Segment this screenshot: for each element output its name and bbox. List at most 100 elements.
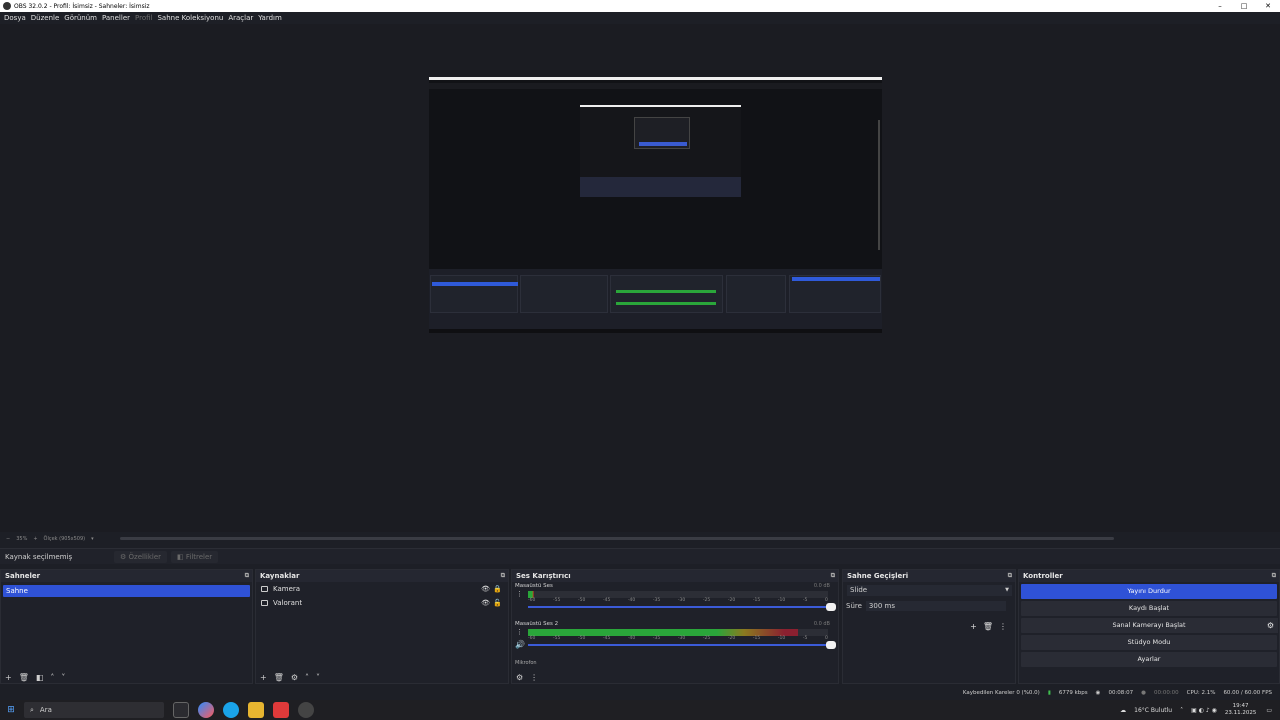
eye-icon[interactable]: 👁	[481, 585, 490, 593]
volume-slider[interactable]	[528, 603, 836, 611]
stop-stream-button[interactable]: Yayını Durdur	[1021, 584, 1277, 599]
popout-icon[interactable]: ⧉	[245, 572, 249, 580]
remove-source-icon[interactable]: 🗑	[274, 673, 284, 682]
scene-filter-icon[interactable]: ◧	[36, 673, 44, 682]
volume-knob[interactable]	[826, 603, 836, 611]
scene-item[interactable]: Sahne	[3, 585, 250, 597]
channel-db: 0.0 dB	[813, 583, 830, 589]
menu-dosya[interactable]: Dosya	[4, 14, 26, 22]
obs-taskbar-icon[interactable]	[298, 702, 314, 718]
move-down-icon[interactable]: ˅	[316, 673, 320, 682]
clock[interactable]: 19:47 23.11.2025	[1225, 703, 1257, 717]
menu-araclar[interactable]: Araçlar	[228, 14, 253, 22]
transition-select[interactable]: Slide ▼	[847, 584, 1012, 596]
tray-icons[interactable]: ▣ ◐ ♪ ◉	[1191, 707, 1217, 714]
source-settings-icon[interactable]: ⚙	[291, 673, 298, 682]
audio-mixer-dock: Ses Karıştırıcı ⧉ Masaüstü Ses 0.0 dB ⋮ -…	[511, 569, 839, 684]
settings-button[interactable]: Ayarlar	[1021, 652, 1277, 667]
menu-sahne-koleksiyonu[interactable]: Sahne Koleksiyonu	[157, 14, 223, 22]
tick: -45	[602, 598, 611, 603]
move-down-icon[interactable]: ˅	[61, 673, 65, 682]
studio-mode-button[interactable]: Stüdyo Modu	[1021, 635, 1277, 650]
add-transition-icon[interactable]: +	[970, 622, 977, 631]
move-up-icon[interactable]: ˄	[305, 673, 309, 682]
no-source-label: Kaynak seçilmemiş	[5, 552, 73, 561]
volume-meter	[528, 591, 828, 598]
system-tray: ☁ 16°C Bulutlu ˄ ▣ ◐ ♪ ◉ 19:47 23.11.202…	[1120, 700, 1280, 720]
properties-button[interactable]: ⚙ Özellikler	[114, 550, 168, 563]
eye-icon[interactable]: 👁	[481, 599, 490, 607]
channel-menu-icon[interactable]: ⋮	[516, 591, 523, 598]
virtual-camera-button[interactable]: Sanal Kamerayı Başlat ⚙	[1021, 618, 1278, 633]
close-button[interactable]: ✕	[1256, 0, 1280, 12]
speaker-icon[interactable]: 🔊	[515, 640, 525, 649]
volume-slider[interactable]	[528, 641, 836, 649]
source-name: Valorant	[273, 599, 303, 607]
bitrate: 6779 kbps	[1058, 689, 1088, 696]
filters-button[interactable]: ◧ Filtreler	[171, 550, 219, 563]
valorant-icon[interactable]	[273, 702, 289, 718]
preview-horizontal-scrollbar[interactable]	[120, 537, 1114, 540]
menu-profil[interactable]: Profil	[135, 14, 152, 22]
copilot-icon[interactable]	[198, 702, 214, 718]
remove-transition-icon[interactable]: 🗑	[983, 622, 993, 631]
nested-scrollbar	[878, 120, 880, 250]
popout-icon[interactable]: ⧉	[501, 572, 505, 580]
source-item-kamera[interactable]: Kamera 👁 🔒	[256, 582, 508, 596]
menu-gorunum[interactable]: Görünüm	[64, 14, 97, 22]
add-scene-icon[interactable]: +	[5, 673, 12, 682]
search-icon: ⌕	[30, 705, 34, 714]
remove-scene-icon[interactable]: 🗑	[19, 673, 29, 682]
menu-paneller[interactable]: Paneller	[102, 14, 130, 22]
nested-taskbar	[429, 329, 882, 333]
popout-icon[interactable]: ⧉	[1272, 572, 1276, 580]
camera-icon	[261, 586, 268, 592]
zoom-scale-label[interactable]: Ölçek (905x509)	[44, 536, 86, 542]
zoom-in-button[interactable]: +	[33, 536, 37, 542]
weather-icon[interactable]: ☁	[1120, 707, 1126, 714]
zoom-out-button[interactable]: −	[6, 536, 10, 542]
tick: -40	[627, 598, 636, 603]
start-record-button[interactable]: Kaydı Başlat	[1021, 601, 1277, 616]
duration-input[interactable]: 300 ms	[865, 601, 1006, 611]
menu-yardim[interactable]: Yardım	[258, 14, 282, 22]
preview-area[interactable]	[0, 24, 1280, 532]
menu-duzenle[interactable]: Düzenle	[31, 14, 60, 22]
move-up-icon[interactable]: ˄	[50, 673, 54, 682]
minimize-button[interactable]: –	[1208, 0, 1232, 12]
advanced-audio-icon[interactable]: ⚙	[516, 673, 523, 682]
popout-icon[interactable]: ⧉	[831, 572, 835, 580]
edge-icon[interactable]	[223, 702, 239, 718]
tick: -30	[677, 598, 686, 603]
nested-dialog	[634, 117, 690, 149]
tray-chevron-icon[interactable]: ˄	[1180, 707, 1183, 714]
transition-menu-icon[interactable]: ⋮	[999, 622, 1007, 631]
windows-start-icon[interactable]: ⊞	[0, 705, 22, 715]
transition-value: Slide	[850, 585, 868, 594]
source-item-valorant[interactable]: Valorant 👁 🔓	[256, 596, 508, 610]
maximize-button[interactable]: □	[1232, 0, 1256, 12]
mixer-menu-icon[interactable]: ⋮	[530, 673, 538, 682]
meter-ticks: -60 -55 -50 -45 -40 -35 -30 -25 -20 -15 -10 -5 0	[528, 636, 828, 641]
taskbar-search[interactable]: ⌕ Ara	[24, 702, 164, 718]
channel-name: Masaüstü Ses 2	[515, 621, 559, 627]
record-icon: ●	[1141, 689, 1146, 696]
gear-icon[interactable]: ⚙	[1263, 618, 1278, 633]
fps: 60.00 / 60.00 FPS	[1223, 689, 1272, 696]
volume-knob[interactable]	[826, 641, 836, 649]
zoom-dropdown-arrow[interactable]: ▾	[91, 536, 94, 542]
meter-fill	[528, 629, 798, 636]
meter-fill	[528, 591, 534, 598]
controls-dock: Kontroller ⧉ Yayını Durdur Kaydı Başlat S…	[1018, 569, 1280, 684]
add-source-icon[interactable]: +	[260, 673, 267, 682]
file-explorer-icon[interactable]	[248, 702, 264, 718]
channel-menu-icon[interactable]: ⋮	[516, 629, 523, 636]
task-view-icon[interactable]	[173, 702, 189, 718]
popout-icon[interactable]: ⧉	[1008, 572, 1012, 580]
virtual-camera-label: Sanal Kamerayı Başlat	[1112, 621, 1186, 629]
weather[interactable]: 16°C Bulutlu	[1134, 707, 1172, 714]
notification-icon[interactable]: ▭	[1266, 707, 1272, 714]
lock-icon[interactable]: 🔓	[493, 599, 502, 607]
lock-icon[interactable]: 🔒	[493, 585, 502, 593]
nested-dock-area	[429, 269, 882, 329]
